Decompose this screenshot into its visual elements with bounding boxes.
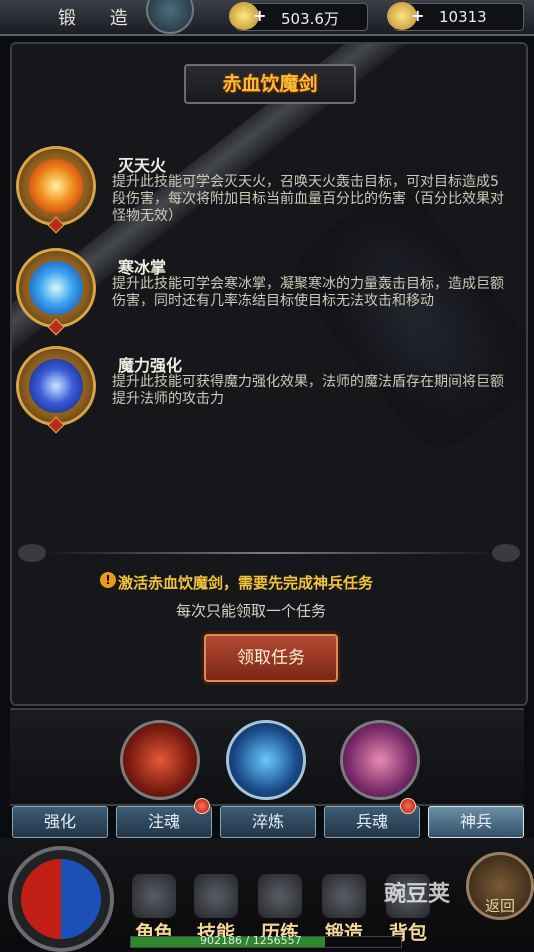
book-icon xyxy=(194,874,238,918)
gold-value: 503.6万 xyxy=(281,10,339,28)
lightning-icon xyxy=(29,359,83,413)
bottom-nav: 角色 技能 历练 锻造 背包 返回 902186 / 1256557 豌豆荚 xyxy=(0,838,534,952)
skill-name: 寒冰掌 xyxy=(118,258,167,277)
skill-medal[interactable] xyxy=(16,248,96,336)
tab-label: 淬炼 xyxy=(251,812,284,831)
tab-temper[interactable]: 淬炼 xyxy=(220,806,316,838)
add-gold-icon[interactable]: + xyxy=(253,6,266,25)
tab-strengthen[interactable]: 强化 xyxy=(12,806,108,838)
watermark: 豌豆荚 xyxy=(384,882,451,907)
skill-medal[interactable] xyxy=(16,146,96,234)
settings-gear-icon[interactable] xyxy=(146,0,194,34)
weapon-panel: 赤血饮魔剑 灭天火 提升此技能可学会灭天火，召唤天火轰击目标，可对目标造成5段伤… xyxy=(10,42,528,706)
tab-divine-weapon[interactable]: 神兵 xyxy=(428,806,524,838)
ornament-icon xyxy=(492,544,520,562)
add-ingot-icon[interactable]: + xyxy=(411,6,424,25)
gem-icon xyxy=(47,416,65,434)
weapon-selector xyxy=(10,708,524,806)
skill-row[interactable]: 寒冰掌 提升此技能可学会寒冰掌，凝聚寒冰的力量轰击目标，造成巨额伤害，同时还有几… xyxy=(12,246,526,342)
activation-notice: 激活赤血饮魔剑，需要先完成神兵任务 xyxy=(118,574,374,592)
task-limit-notice: 每次只能领取一个任务 xyxy=(176,602,327,620)
hp-fill xyxy=(21,859,61,939)
tab-label: 注魂 xyxy=(147,812,180,831)
claim-task-button[interactable]: 领取任务 xyxy=(204,634,338,682)
notification-dot xyxy=(194,798,210,814)
skill-medal[interactable] xyxy=(16,346,96,434)
anvil-icon xyxy=(322,874,366,918)
nav-character[interactable]: 角色 xyxy=(126,874,182,944)
hp-mp-orb xyxy=(8,846,114,952)
warning-icon: ! xyxy=(100,572,116,588)
skill-name: 魔力强化 xyxy=(118,356,183,375)
xp-text: 902186 / 1256557 xyxy=(200,934,302,947)
skill-row[interactable]: 灭天火 提升此技能可学会灭天火，召唤天火轰击目标，可对目标造成5段伤害，每次将附… xyxy=(12,144,526,240)
ice-icon xyxy=(29,261,83,315)
fire-icon xyxy=(29,159,83,213)
weapon-staff-icon[interactable] xyxy=(226,720,306,800)
weapon-title: 赤血饮魔剑 xyxy=(222,73,318,95)
skill-description: 提升此技能可学会灭天火，召唤天火轰击目标，可对目标造成5段伤害，每次将附加目标当… xyxy=(112,174,504,224)
weapon-title-plate: 赤血饮魔剑 xyxy=(184,64,356,104)
mp-fill xyxy=(61,859,101,939)
nav-forge[interactable]: 锻造 xyxy=(316,874,372,944)
skill-description: 提升此技能可学会寒冰掌，凝聚寒冰的力量轰击目标，造成巨额伤害，同时还有几率冻结目… xyxy=(112,276,504,309)
skill-row[interactable]: 魔力强化 提升此技能可获得魔力强化效果，法师的魔法盾存在期间将巨额提升法师的攻击… xyxy=(12,344,526,440)
return-label: 返回 xyxy=(484,897,515,915)
ornament-icon xyxy=(18,544,46,562)
notification-dot xyxy=(400,798,416,814)
divider xyxy=(12,544,526,562)
skill-name: 灭天火 xyxy=(118,156,167,175)
skill-description: 提升此技能可获得魔力强化效果，法师的魔法盾存在期间将巨额提升法师的攻击力 xyxy=(112,374,504,407)
tab-label: 强化 xyxy=(43,812,76,831)
gem-icon xyxy=(47,216,65,234)
forge-tabs: 强化 注魂 淬炼 兵魂 神兵 xyxy=(12,798,524,838)
top-bar: 锻 造 + 503.6万 + 10313 xyxy=(0,0,534,36)
weapon-fan-icon[interactable] xyxy=(340,720,420,800)
tab-label: 神兵 xyxy=(459,812,492,831)
return-button[interactable]: 返回 xyxy=(466,852,534,920)
ingot-value: 10313 xyxy=(439,8,487,26)
helmet-icon xyxy=(132,874,176,918)
gold-counter: + 503.6万 xyxy=(229,2,368,31)
page-title: 锻 造 xyxy=(58,8,142,29)
gem-icon xyxy=(47,318,65,336)
ingot-counter: + 10313 xyxy=(387,2,524,31)
divider-line xyxy=(42,552,496,554)
weapon-sword-icon[interactable] xyxy=(120,720,200,800)
armor-icon xyxy=(258,874,302,918)
tab-label: 兵魂 xyxy=(355,812,388,831)
